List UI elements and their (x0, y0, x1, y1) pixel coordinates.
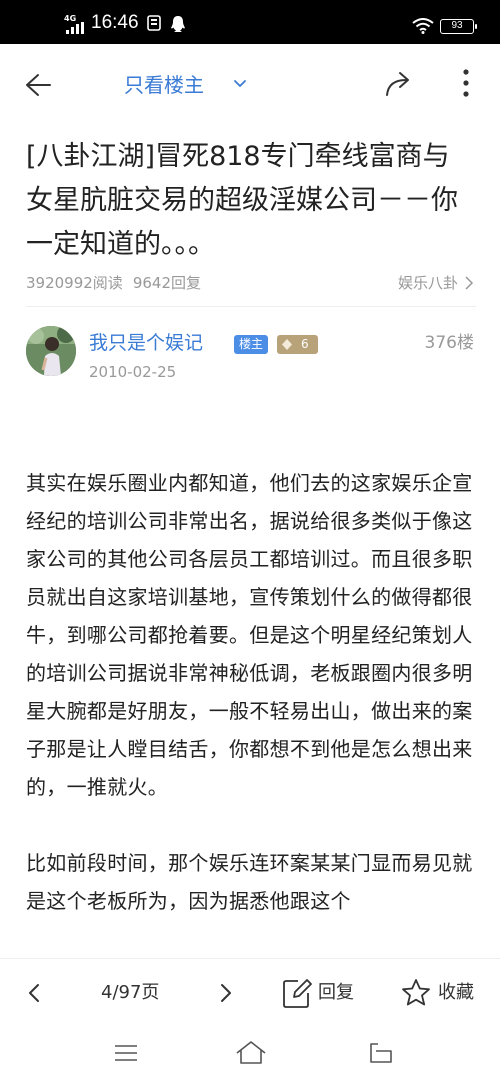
only-owner-filter[interactable]: 只看楼主 (124, 72, 204, 98)
clock: 16:46 (91, 12, 139, 33)
owner-badge: 楼主 (234, 335, 269, 354)
avatar-image (26, 326, 76, 376)
star-icon (402, 979, 430, 1006)
next-page-icon[interactable] (214, 981, 236, 1005)
battery-icon: 93 (440, 19, 477, 34)
favorite-label: 收藏 (438, 982, 474, 1003)
battery-level: 93 (451, 20, 463, 31)
avatar[interactable] (26, 326, 76, 376)
divider (26, 306, 476, 307)
level-value: 6 (301, 337, 309, 351)
back-arrow-icon[interactable] (24, 72, 52, 98)
storage-icon (147, 15, 161, 31)
qq-icon (171, 16, 185, 32)
chevron-down-icon[interactable] (232, 76, 248, 92)
page-indicator[interactable]: 4/97页 (101, 981, 159, 1005)
reply-label: 回复 (318, 982, 354, 1003)
favorite-button[interactable]: 收藏 (400, 977, 480, 1009)
edit-icon (283, 979, 312, 1008)
post-date: 2010-02-25 (89, 363, 177, 381)
content-paragraph: 比如前段时间，那个娱乐连环案某某门显而易见就是这个老板所为，因为据悉他跟这个 (26, 851, 473, 913)
content-paragraph: 其实在娱乐圈业内都知道，他们去的这家娱乐企宣经纪的培训公司非常出名，据说给很多类… (26, 471, 473, 799)
top-nav: 只看楼主 (0, 44, 500, 124)
read-count: 3920992阅读 (26, 274, 123, 292)
system-nav-bar (0, 1026, 500, 1083)
post-title: [八卦江湖]冒死818专门牵线富商与女星肮脏交易的超级淫媒公司－－你一定知道的。… (26, 141, 458, 260)
level-badge: 6 (277, 335, 318, 354)
diamond-icon (282, 339, 292, 350)
home-icon[interactable] (235, 1039, 267, 1065)
category-link[interactable]: 娱乐八卦 (398, 272, 474, 293)
status-bar: 4G 16:46 93 (0, 0, 500, 44)
category-label: 娱乐八卦 (397, 274, 458, 292)
system-back-icon[interactable] (368, 1041, 394, 1065)
post-content: 其实在娱乐圈业内都知道，他们去的这家娱乐企宣经纪的培训公司非常出名，据说给很多类… (26, 464, 478, 920)
floor-number: 376楼 (424, 333, 474, 353)
more-vertical-icon[interactable] (456, 68, 476, 98)
wifi-icon (412, 18, 434, 34)
chevron-right-icon (465, 276, 474, 290)
share-icon[interactable] (384, 70, 416, 98)
post-stats: 3920992阅读 9642回复 (26, 272, 201, 293)
signal-icon (66, 22, 84, 34)
author-name[interactable]: 我只是个娱记 (89, 331, 203, 355)
previous-page-icon[interactable] (24, 981, 46, 1005)
bottom-toolbar: 4/97页 回复 收藏 (0, 958, 500, 1026)
reply-count: 9642回复 (132, 274, 201, 292)
reply-button[interactable]: 回复 (282, 977, 362, 1009)
menu-icon[interactable] (114, 1043, 138, 1063)
